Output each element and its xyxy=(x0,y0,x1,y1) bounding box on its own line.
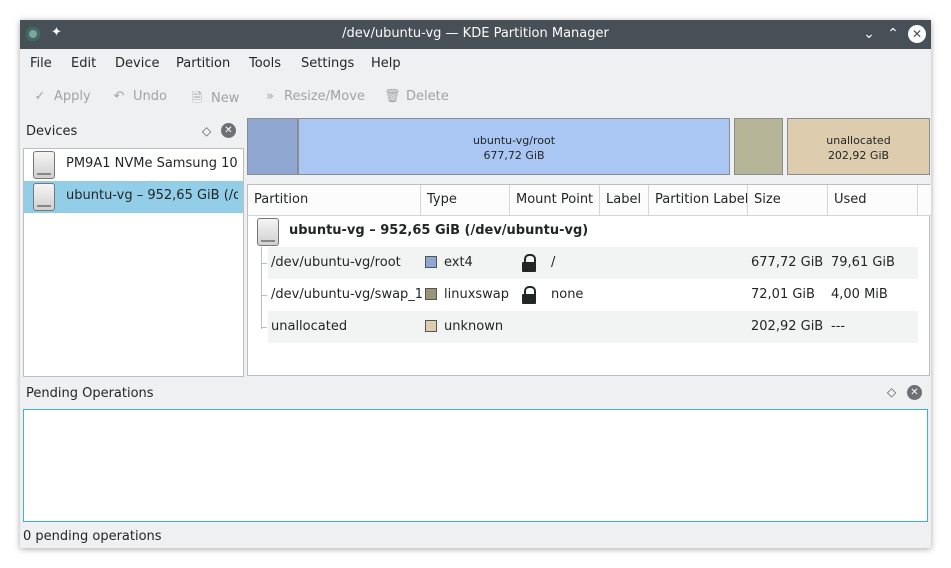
delete-label: Delete xyxy=(406,89,449,104)
device-item-nvme[interactable]: PM9A1 NVMe Samsung 10... xyxy=(24,149,243,181)
partition-segment-small[interactable] xyxy=(247,118,298,175)
tree-line xyxy=(261,327,267,328)
table-row[interactable]: /dev/ubuntu-vg/swap_1 linuxswap none 72,… xyxy=(268,279,918,311)
apply-button[interactable]: ✓ Apply xyxy=(32,89,91,104)
tree-line xyxy=(261,295,267,296)
segment-name: unallocated xyxy=(826,134,891,147)
column-header-partition[interactable]: Partition xyxy=(248,185,421,215)
column-header-size[interactable]: Size xyxy=(748,185,828,215)
menu-tools[interactable]: Tools xyxy=(249,56,281,71)
column-header-partition-label[interactable]: Partition Label xyxy=(649,185,748,215)
window-title: /dev/ubuntu-vg — KDE Partition Manager xyxy=(342,26,609,41)
column-header-type[interactable]: Type xyxy=(421,185,510,215)
close-icon[interactable]: ✕ xyxy=(907,385,922,400)
toolbar: ✓ Apply ↶ Undo 🗎 New » Resize/Move 🗑 Delete xyxy=(20,80,931,116)
partition-table: Partition Type Mount Point Label Partiti… xyxy=(247,184,931,376)
menu-help[interactable]: Help xyxy=(371,56,401,71)
partition-used: 79,61 GiB xyxy=(831,255,895,270)
partition-segment-root[interactable]: ubuntu-vg/root 677,72 GiB xyxy=(298,118,730,175)
mount-point: none xyxy=(551,287,584,302)
table-row[interactable]: unallocated unknown 202,92 GiB --- xyxy=(268,311,918,343)
menu-file[interactable]: File xyxy=(30,56,52,71)
partition-path: unallocated xyxy=(271,319,348,334)
partition-panel: ubuntu-vg/root 677,72 GiB unallocated 20… xyxy=(247,118,931,376)
close-icon[interactable]: ✕ xyxy=(221,123,236,138)
hard-disk-icon xyxy=(33,183,55,211)
partition-size: 72,01 GiB xyxy=(751,287,815,302)
float-icon[interactable]: ◇ xyxy=(202,124,211,138)
partition-type: unknown xyxy=(444,319,504,334)
device-label: ubuntu-vg – 952,65 GiB (/d... xyxy=(66,188,238,203)
close-icon[interactable]: ✕ xyxy=(908,25,926,43)
undo-icon: ↶ xyxy=(113,89,125,104)
partition-size: 677,72 GiB xyxy=(751,255,824,270)
partition-used: 4,00 MiB xyxy=(831,287,888,302)
float-icon[interactable]: ◇ xyxy=(887,385,896,399)
device-row-label: ubuntu-vg – 952,65 GiB (/dev/ubuntu-vg) xyxy=(289,223,589,238)
segment-size: 677,72 GiB xyxy=(483,149,545,162)
mount-point: / xyxy=(551,255,556,270)
partition-path: /dev/ubuntu-vg/swap_1 xyxy=(271,287,424,302)
partition-type: ext4 xyxy=(444,255,473,270)
lock-icon xyxy=(521,254,537,272)
partition-size: 202,92 GiB xyxy=(751,319,824,334)
apply-label: Apply xyxy=(54,89,91,104)
device-list: PM9A1 NVMe Samsung 10... ubuntu-vg – 952… xyxy=(23,148,244,377)
devices-title: Devices xyxy=(26,124,78,139)
checkmark-icon: ✓ xyxy=(34,89,46,104)
hard-disk-icon xyxy=(257,218,279,246)
tree-line xyxy=(261,247,262,329)
partition-segment-swap[interactable] xyxy=(734,118,783,175)
table-header: Partition Type Mount Point Label Partiti… xyxy=(248,185,931,216)
undo-button[interactable]: ↶ Undo xyxy=(111,89,167,104)
status-bar-text: 0 pending operations xyxy=(23,529,162,544)
resize-icon: » xyxy=(266,89,274,104)
lock-icon xyxy=(521,286,537,304)
column-header-used[interactable]: Used xyxy=(828,185,918,215)
undo-label: Undo xyxy=(133,89,167,104)
segment-name: ubuntu-vg/root xyxy=(472,134,556,147)
type-color-swatch xyxy=(425,320,437,332)
device-label: PM9A1 NVMe Samsung 10... xyxy=(66,156,238,171)
pending-operations-dock: Pending Operations ◇ ✕ xyxy=(20,379,931,524)
device-row[interactable]: ubuntu-vg – 952,65 GiB (/dev/ubuntu-vg) xyxy=(248,215,918,247)
menu-bar: File Edit Device Partition Tools Setting… xyxy=(20,49,931,79)
menu-edit[interactable]: Edit xyxy=(71,56,96,71)
new-label: New xyxy=(211,91,240,106)
main-window: ✦ /dev/ubuntu-vg — KDE Partition Manager… xyxy=(20,20,931,548)
chevron-up-icon[interactable]: ⌃ xyxy=(883,24,903,44)
partition-path: /dev/ubuntu-vg/root xyxy=(271,255,401,270)
title-bar: ✦ /dev/ubuntu-vg — KDE Partition Manager… xyxy=(20,20,931,49)
column-header-mount-point[interactable]: Mount Point xyxy=(510,185,600,215)
resize-move-label: Resize/Move xyxy=(284,89,365,104)
pending-operations-title: Pending Operations xyxy=(26,386,154,401)
column-header-label[interactable]: Label xyxy=(600,185,649,215)
segment-size: 202,92 GiB xyxy=(827,149,890,162)
device-item-ubuntu-vg[interactable]: ubuntu-vg – 952,65 GiB (/d... xyxy=(24,181,243,213)
delete-button[interactable]: 🗑 Delete xyxy=(384,89,449,104)
new-button[interactable]: 🗎 New xyxy=(189,89,240,111)
menu-device[interactable]: Device xyxy=(115,56,159,71)
type-color-swatch xyxy=(425,288,437,300)
tree-line xyxy=(261,263,267,264)
chevron-down-icon[interactable]: ⌄ xyxy=(859,24,879,44)
partition-used: --- xyxy=(831,319,846,334)
hard-disk-icon xyxy=(33,151,55,179)
type-color-swatch xyxy=(425,256,437,268)
resize-move-button[interactable]: » Resize/Move xyxy=(262,89,365,104)
partition-segment-unallocated[interactable]: unallocated 202,92 GiB xyxy=(787,118,930,175)
partition-type: linuxswap xyxy=(444,287,510,302)
menu-settings[interactable]: Settings xyxy=(301,56,354,71)
menu-partition[interactable]: Partition xyxy=(176,56,230,71)
trash-icon: 🗑 xyxy=(384,89,401,104)
new-document-icon: 🗎 xyxy=(191,91,203,106)
devices-dock: Devices ◇ ✕ PM9A1 NVMe Samsung 10... ubu… xyxy=(22,118,244,377)
pending-operations-list[interactable] xyxy=(23,409,928,522)
table-row[interactable]: /dev/ubuntu-vg/root ext4 / 677,72 GiB 79… xyxy=(268,247,918,279)
